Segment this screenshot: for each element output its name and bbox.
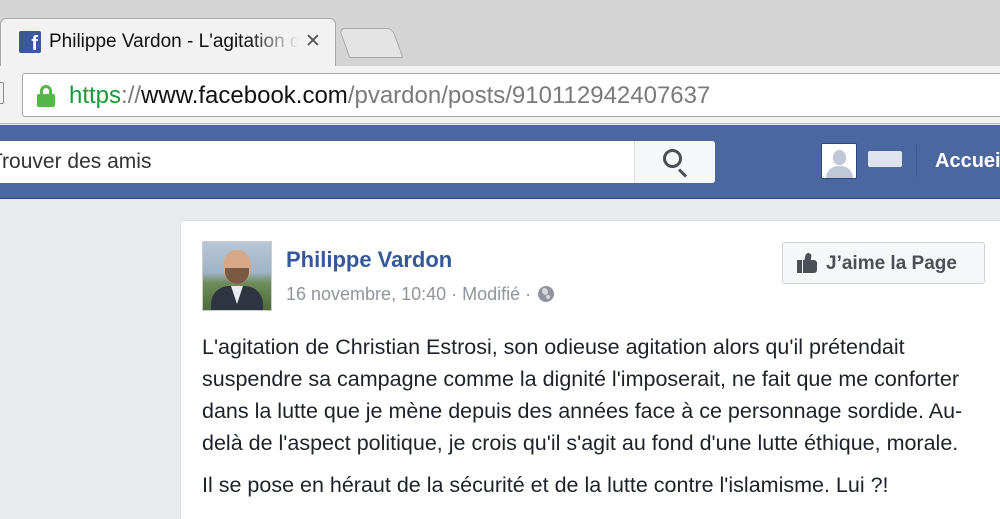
url-path: /pvardon/posts/910112942407637 bbox=[347, 82, 711, 109]
menu-icon[interactable] bbox=[0, 82, 4, 104]
search-button[interactable] bbox=[634, 141, 715, 183]
post-body: L'agitation de Christian Estrosi, son od… bbox=[202, 331, 1000, 511]
address-bar[interactable]: https://www.facebook.com/pvardon/posts/9… bbox=[22, 73, 1000, 117]
post-paragraph: Il se pose en héraut de la sécurité et d… bbox=[202, 473, 889, 497]
facebook-top-bar: Accueil bbox=[0, 125, 1000, 199]
author-avatar[interactable] bbox=[202, 241, 272, 311]
nav-divider bbox=[916, 145, 917, 177]
post-timestamp[interactable]: 16 novembre, 10:40 · Modifié · bbox=[286, 284, 536, 304]
facebook-icon: f bbox=[19, 31, 41, 53]
url-host: www.facebook.com bbox=[141, 82, 348, 109]
profile-name-placeholder[interactable] bbox=[868, 151, 902, 167]
search-input[interactable] bbox=[0, 141, 630, 183]
home-link[interactable]: Accueil bbox=[935, 150, 1000, 173]
tab-title-fade bbox=[249, 27, 299, 57]
post-card: Philippe Vardon 16 novembre, 10:40 · Mod… bbox=[180, 220, 1000, 519]
new-tab-button[interactable] bbox=[338, 28, 404, 58]
browser-tab-strip: f Philippe Vardon - L'agitation de Chris… bbox=[0, 0, 1000, 66]
browser-toolbar: https://www.facebook.com/pvardon/posts/9… bbox=[0, 66, 1000, 124]
post-meta: 16 novembre, 10:40 · Modifié · bbox=[286, 284, 555, 305]
post-paragraph: L'agitation de Christian Estrosi, son od… bbox=[202, 335, 963, 455]
globe-icon bbox=[538, 286, 555, 302]
browser-tab[interactable]: f Philippe Vardon - L'agitation de Chris… bbox=[0, 18, 336, 66]
url-scheme: https bbox=[69, 82, 122, 109]
url-separator: :// bbox=[121, 82, 142, 109]
url-text[interactable]: https://www.facebook.com/pvardon/posts/9… bbox=[69, 82, 710, 110]
lock-icon bbox=[37, 85, 55, 107]
profile-avatar[interactable] bbox=[821, 143, 857, 179]
search-box bbox=[0, 141, 715, 183]
thumbs-up-icon bbox=[797, 252, 819, 273]
like-page-label: J’aime la Page bbox=[826, 253, 957, 274]
search-icon bbox=[663, 149, 689, 178]
post-author-link[interactable]: Philippe Vardon bbox=[286, 247, 452, 273]
like-page-button[interactable]: J’aime la Page bbox=[782, 242, 985, 284]
close-icon[interactable]: ✕ bbox=[305, 30, 321, 53]
